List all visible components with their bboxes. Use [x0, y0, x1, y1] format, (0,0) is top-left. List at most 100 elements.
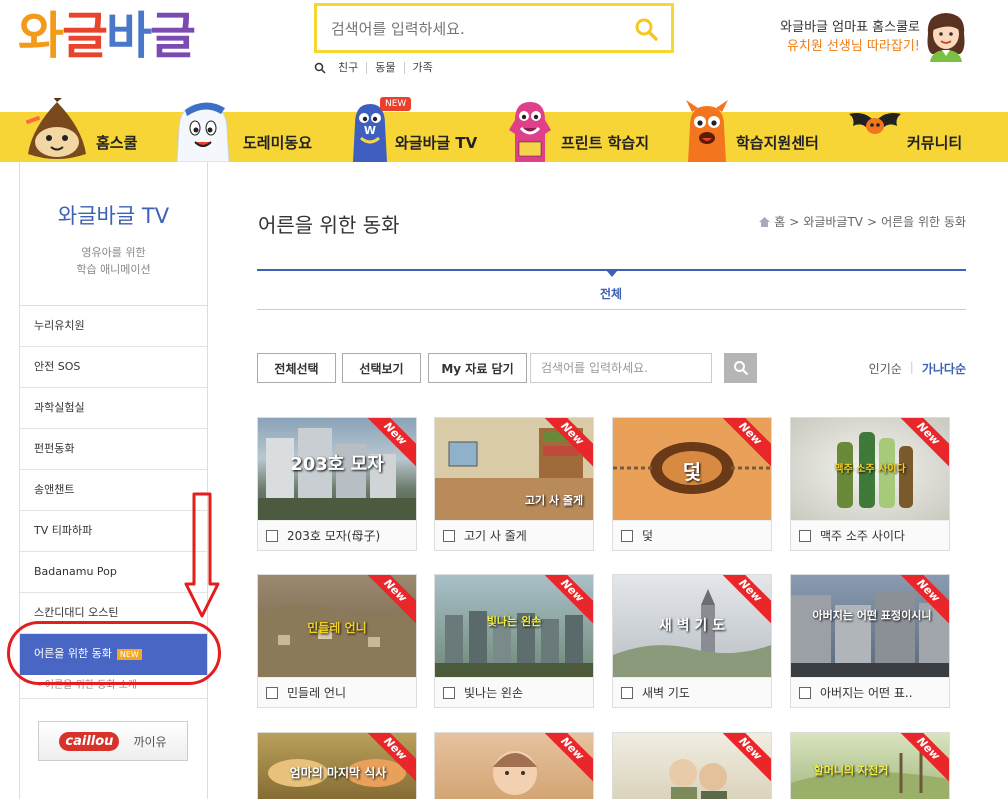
sidebar-item-badanamu[interactable]: Badanamu Pop	[20, 552, 207, 593]
nav-doremi[interactable]: 도레미동요	[165, 102, 325, 162]
video-thumbnail[interactable]: 아버지는 어떤 표정이시니 New	[791, 575, 949, 677]
tag-link[interactable]: 동물	[367, 62, 405, 74]
breadcrumb-home[interactable]: 홈	[774, 213, 785, 230]
video-caption: 덫	[613, 520, 771, 550]
video-card[interactable]: 아버지는 어떤 표정이시니 New 아버지는 어떤 표..	[790, 574, 950, 708]
my-save-button[interactable]: My 자료 담기	[428, 353, 527, 383]
sidebar-item-science[interactable]: 과학실험실	[20, 388, 207, 429]
sidebar-subtitle: 영유아를 위한 학습 애니메이션	[20, 244, 207, 278]
page-title: 어른을 위한 동화	[258, 213, 400, 237]
video-thumbnail[interactable]: 엄마의 마지막 식사 New	[258, 733, 416, 799]
select-checkbox[interactable]	[799, 529, 811, 542]
video-caption: 203호 모자(母子)	[258, 520, 416, 550]
select-checkbox[interactable]	[266, 529, 278, 542]
video-title[interactable]: 아버지는 어떤 표..	[820, 684, 913, 701]
video-card[interactable]: 덫 New 덫	[612, 417, 772, 551]
nav-homeschool[interactable]: 홈스쿨	[20, 98, 150, 162]
video-card[interactable]: 맥주 소주 사이다 New 맥주 소주 사이다	[790, 417, 950, 551]
thumbnail-title: 민들레 언니	[307, 621, 367, 635]
view-selected-button[interactable]: 선택보기	[342, 353, 421, 383]
video-thumbnail[interactable]: 덫 New	[613, 418, 771, 520]
tag-link[interactable]: 가족	[405, 62, 441, 74]
filter-search-button[interactable]	[724, 353, 757, 383]
video-card[interactable]: 엄마의 마지막 식사 New	[257, 732, 417, 799]
video-title[interactable]: 고기 사 줄게	[464, 527, 527, 544]
svg-text:W: W	[364, 124, 376, 137]
video-title[interactable]: 맥주 소주 사이다	[820, 527, 905, 544]
video-card[interactable]: 고기 사 줄게 New 고기 사 줄게	[434, 417, 594, 551]
sort-popular[interactable]: 인기순	[869, 360, 902, 377]
sidebar-item-nuri[interactable]: 누리유치원	[20, 306, 207, 347]
header: 와글바글 친구 동물 가족 와글바글 엄마표 홈스쿨로 유치원 선생님 따라잡기…	[0, 0, 1008, 112]
breadcrumb-level1[interactable]: 와글바글TV	[803, 213, 863, 230]
video-caption: 고기 사 줄게	[435, 520, 593, 550]
pink-monster-character-icon	[509, 102, 551, 162]
main-nav: 홈스쿨 도레미동요 W 와글바글 TV 프린트 학습지 학습지원센터 커뮤니티	[0, 98, 1008, 162]
video-title[interactable]: 203호 모자(母子)	[287, 527, 380, 544]
video-thumbnail[interactable]: 할머니의 자전거 New	[791, 733, 949, 799]
select-checkbox[interactable]	[266, 686, 278, 699]
nav-wagle-tv[interactable]: W 와글바글 TV	[345, 104, 495, 162]
sidebar-item-safety[interactable]: 안전 SOS	[20, 347, 207, 388]
nav-label: 와글바글 TV	[395, 134, 478, 152]
sidebar-item-funfun[interactable]: 펀펀동화	[20, 429, 207, 470]
video-caption: 민들레 언니	[258, 677, 416, 707]
search-icon	[733, 361, 748, 376]
annotation-arrow-icon	[184, 492, 220, 618]
video-thumbnail[interactable]: 맥주 소주 사이다 New	[791, 418, 949, 520]
video-thumbnail[interactable]: New	[613, 733, 771, 799]
bat-character-icon	[849, 113, 901, 134]
video-card[interactable]: 203호 모자 New 203호 모자(母子)	[257, 417, 417, 551]
select-checkbox[interactable]	[621, 686, 633, 699]
video-title[interactable]: 덫	[642, 527, 653, 544]
video-thumbnail[interactable]: New	[435, 733, 593, 799]
select-checkbox[interactable]	[799, 686, 811, 699]
logo-char: 바	[106, 7, 152, 65]
video-thumbnail[interactable]: 빛나는 왼손 New	[435, 575, 593, 677]
caillou-label: 까이유	[133, 734, 167, 749]
nav-label: 홈스쿨	[96, 134, 138, 152]
select-all-button[interactable]: 전체선택	[257, 353, 336, 383]
thumbnail-title: 덫	[682, 460, 702, 484]
video-title[interactable]: 빛나는 왼손	[464, 684, 523, 701]
sidebar-title: 와글바글 TV	[57, 204, 170, 228]
thumbnail-title: 고기 사 줄게	[524, 494, 584, 507]
sidebar-item-song[interactable]: 송앤챈트	[20, 470, 207, 511]
video-thumbnail[interactable]: 새 벽 기 도 New	[613, 575, 771, 677]
video-caption: 맥주 소주 사이다	[791, 520, 949, 550]
tab-all[interactable]: 전체	[600, 285, 622, 302]
sidebar-subtitle-line: 학습 애니메이션	[76, 263, 151, 276]
search-icon[interactable]	[633, 16, 659, 42]
video-thumbnail[interactable]: 고기 사 줄게 New	[435, 418, 593, 520]
video-card[interactable]: New	[612, 732, 772, 799]
site-logo[interactable]: 와글바글	[18, 6, 196, 66]
video-card[interactable]: 민들레 언니 New 민들레 언니	[257, 574, 417, 708]
video-title[interactable]: 새벽 기도	[642, 684, 690, 701]
filter-search-input[interactable]: 검색어를 입력하세요.	[530, 353, 712, 383]
select-checkbox[interactable]	[443, 686, 455, 699]
tag-link[interactable]: 친구	[330, 62, 368, 74]
sort-alphabetical[interactable]: 가나다순	[922, 360, 966, 377]
select-checkbox[interactable]	[621, 529, 633, 542]
thumbnail-title: 빛나는 왼손	[486, 615, 542, 628]
video-card[interactable]: 할머니의 자전거 New	[790, 732, 950, 799]
homeschool-promo[interactable]: 와글바글 엄마표 홈스쿨로 유치원 선생님 따라잡기!	[780, 18, 920, 56]
nav-label: 프린트 학습지	[561, 134, 650, 152]
chestnut-character-icon	[25, 98, 86, 159]
nav-learning-support[interactable]: 학습지원센터	[682, 100, 842, 162]
breadcrumb: 홈 > 와글바글TV > 어른을 위한 동화	[759, 213, 966, 230]
video-card[interactable]: New	[434, 732, 594, 799]
promo-line: 와글바글 엄마표 홈스쿨로	[780, 20, 920, 35]
select-checkbox[interactable]	[443, 529, 455, 542]
video-thumbnail[interactable]: 민들레 언니 New	[258, 575, 416, 677]
search-input[interactable]	[331, 16, 621, 42]
video-card[interactable]: 새 벽 기 도 New 새벽 기도	[612, 574, 772, 708]
video-card[interactable]: 빛나는 왼손 New 빛나는 왼손	[434, 574, 594, 708]
nav-community[interactable]: 커뮤니티	[845, 112, 1005, 162]
video-title[interactable]: 민들레 언니	[287, 684, 346, 701]
sidebar-item-tipa[interactable]: TV 티파하파	[20, 511, 207, 552]
caillou-button[interactable]: caillou 까이유	[38, 721, 188, 761]
thumbnail-title: 엄마의 마지막 식사	[289, 766, 387, 780]
video-thumbnail[interactable]: 203호 모자 New	[258, 418, 416, 520]
nav-print-worksheet[interactable]: 프린트 학습지	[505, 102, 665, 162]
